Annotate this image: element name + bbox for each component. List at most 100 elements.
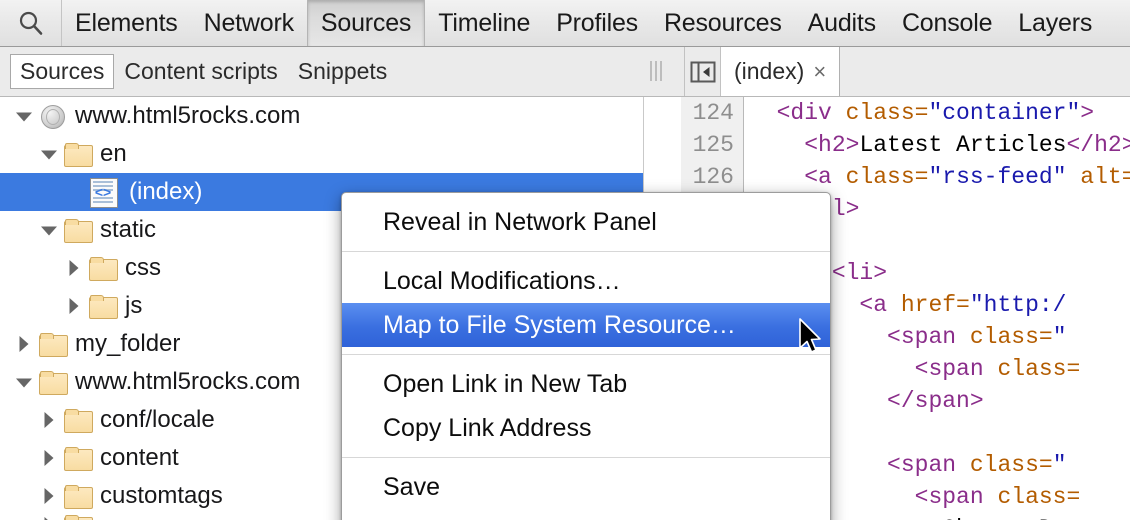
folder-icon (64, 515, 93, 520)
code-token: <span (887, 452, 970, 478)
panel-tab-profiles[interactable]: Profiles (543, 0, 651, 46)
splitter-grip-icon[interactable] (650, 61, 662, 81)
file-tab-zone: (index) × (684, 47, 841, 96)
file-tab-title: (index) (734, 58, 805, 84)
code-token: <span (914, 484, 998, 510)
chevron-right-icon[interactable] (39, 410, 59, 430)
context-menu-item[interactable]: Local Modifications… (342, 259, 830, 303)
tree-row[interactable]: www.html5rocks.com (0, 97, 643, 135)
context-menu-item[interactable]: Open Link in New Tab (342, 362, 830, 406)
panel-tab-console[interactable]: Console (889, 0, 1005, 46)
code-token: " (1052, 324, 1067, 350)
globe-icon (39, 104, 67, 129)
panel-tab-network[interactable]: Network (191, 0, 307, 46)
code-token: "http:/ (969, 292, 1067, 318)
context-menu-item[interactable]: Save (342, 465, 830, 509)
folder-icon (64, 446, 93, 471)
tree-row-label: (index) (129, 178, 203, 205)
code-token: <li> (831, 260, 888, 286)
code-token: <span (887, 324, 970, 350)
code-token: <span (914, 356, 998, 382)
panel-tab-label: Network (203, 8, 294, 37)
panel-tab-label: Elements (75, 8, 178, 37)
code-token: alt= (1066, 164, 1130, 190)
code-token: class= (997, 484, 1081, 510)
panel-tab-label: Audits (807, 8, 876, 37)
chevron-down-icon[interactable] (14, 372, 34, 392)
panel-tab-sources[interactable]: Sources (306, 0, 426, 46)
chevron-right-icon[interactable] (64, 296, 84, 316)
panel-tab-label: Timeline (438, 8, 531, 37)
sub-tab-label: Content scripts (124, 58, 278, 84)
code-token: " (1052, 452, 1067, 478)
folder-icon (39, 370, 68, 395)
chevron-down-icon[interactable] (14, 106, 34, 126)
sub-tab-snippets[interactable]: Snippets (288, 54, 398, 89)
code-token: "container" (928, 100, 1081, 126)
code-token: "rss-feed" (928, 164, 1067, 190)
search-button[interactable] (0, 0, 62, 46)
code-token: <div (776, 100, 846, 126)
line-number: 125 (692, 132, 734, 158)
panel-tab-elements[interactable]: Elements (62, 0, 191, 46)
code-token: Chrome Dev (942, 516, 1080, 520)
code-line: <div class="container"> (749, 97, 1130, 129)
chevron-down-icon[interactable] (39, 220, 59, 240)
sidebar-collapse-icon[interactable] (685, 47, 721, 96)
context-menu-item[interactable]: Save As (342, 509, 830, 520)
panel-tab-label: Profiles (556, 8, 638, 37)
panel-tab-label: Console (901, 8, 993, 37)
close-icon[interactable]: × (813, 60, 826, 83)
tree-row-label: www.html5rocks.com (75, 368, 301, 395)
folder-icon (89, 256, 118, 281)
devtools-window: Elements Network Sources Timeline Profiles Re… (0, 0, 1130, 520)
tree-row-label: content (100, 444, 179, 471)
context-menu-item[interactable]: Copy Link Address (342, 406, 830, 450)
tree-row-label: css (125, 254, 161, 281)
code-token: class= (969, 452, 1053, 478)
folder-icon (64, 408, 93, 433)
panel-tab-label: Layers (1018, 8, 1093, 37)
tree-row-label: conf/locale (100, 406, 215, 433)
context-menu-item-label: Reveal in Network Panel (383, 208, 657, 236)
search-icon (18, 10, 44, 36)
file-tab-index[interactable]: (index) × (721, 47, 841, 96)
panel-tab-audits[interactable]: Audits (795, 0, 889, 46)
context-menu[interactable]: Reveal in Network Panel Local Modificatio… (341, 192, 831, 520)
chevron-right-icon[interactable] (14, 334, 34, 354)
panel-tab-label: Sources (320, 8, 412, 37)
sub-tab-list: Sources Content scripts Snippets (0, 47, 397, 96)
chevron-right-icon[interactable] (39, 486, 59, 506)
tree-row[interactable]: en (0, 135, 643, 173)
mouse-cursor-icon (798, 318, 824, 358)
sub-tab-content-scripts[interactable]: Content scripts (114, 54, 287, 89)
chevron-down-icon[interactable] (39, 144, 59, 164)
sub-tab-sources[interactable]: Sources (10, 54, 115, 89)
tree-row-label: www.html5rocks.com (75, 102, 301, 129)
panel-tab-resources[interactable]: Resources (651, 0, 795, 46)
context-menu-item-label: Save (383, 473, 440, 501)
chevron-right-icon[interactable] (39, 448, 59, 468)
secondary-toolbar: Sources Content scripts Snippets (index) × (0, 47, 1130, 97)
code-token: href= (900, 292, 970, 318)
context-menu-separator (342, 354, 830, 355)
code-token: class= (969, 324, 1053, 350)
code-token: <a (859, 292, 901, 318)
context-menu-item[interactable]: Reveal in Network Panel (342, 200, 830, 244)
chevron-right-icon[interactable] (64, 258, 84, 278)
context-menu-item[interactable]: Map to File System Resource… (342, 303, 830, 347)
tree-row-label: static (100, 216, 157, 243)
folder-icon (89, 294, 118, 319)
sub-tab-label: Snippets (297, 58, 388, 84)
panel-tab-list: Elements Network Sources Timeline Profiles Re… (62, 0, 1105, 46)
code-token: </span> (887, 388, 984, 414)
context-menu-separator (342, 457, 830, 458)
panel-tab-timeline[interactable]: Timeline (425, 0, 543, 46)
panel-tab-layers[interactable]: Layers (1005, 0, 1105, 46)
folder-icon (64, 218, 93, 243)
tree-row-label: js (125, 292, 143, 319)
code-token: Latest Articles (859, 132, 1067, 158)
chevron-right-icon[interactable] (39, 515, 59, 520)
